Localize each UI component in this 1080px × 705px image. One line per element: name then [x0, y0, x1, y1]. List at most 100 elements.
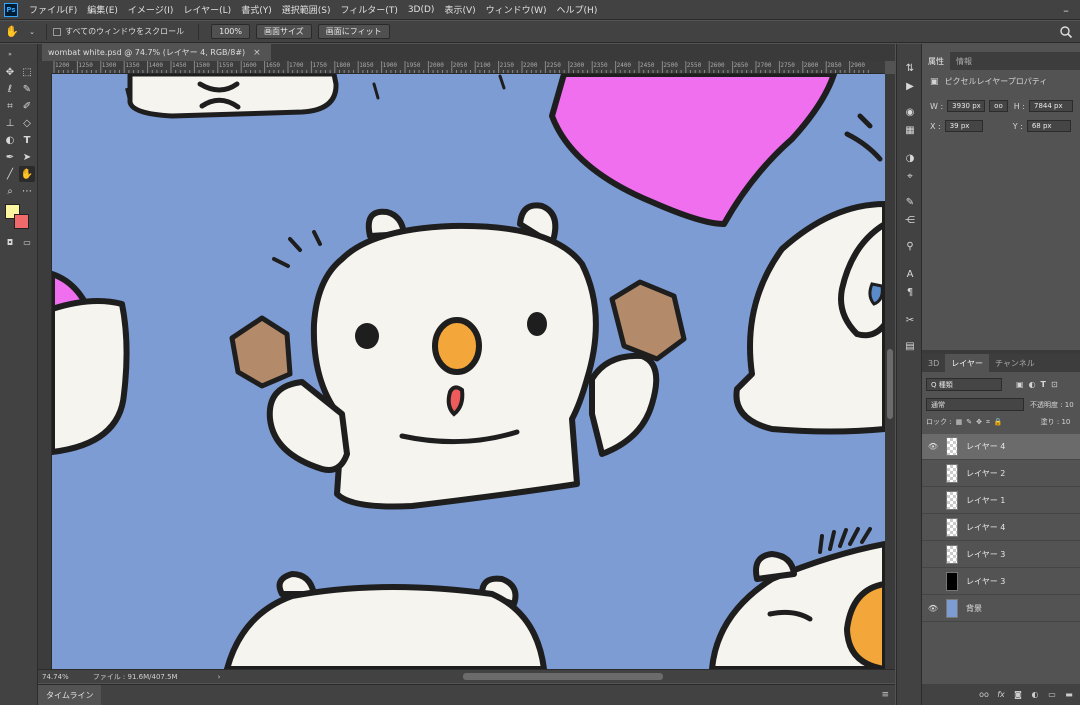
- hand-tool-icon[interactable]: ✋: [19, 166, 35, 182]
- document-tab[interactable]: wombat white.psd @ 74.7% (レイヤー 4, RGB/8#…: [42, 44, 271, 61]
- layer-row[interactable]: レイヤー 3: [922, 569, 1080, 595]
- filter-adjust-icon[interactable]: ◐: [1029, 380, 1036, 389]
- layer-row[interactable]: レイヤー 2: [922, 461, 1080, 487]
- visibility-eye-icon[interactable]: [926, 542, 940, 568]
- menu-help[interactable]: ヘルプ(H): [552, 3, 603, 16]
- zoom-tool-icon[interactable]: ⌕: [2, 183, 18, 199]
- fill-screen-button[interactable]: 画面にフィット: [317, 24, 390, 39]
- tool-presets-icon[interactable]: ✂: [902, 312, 918, 328]
- stamp-tool-icon[interactable]: ⊥: [2, 115, 18, 131]
- menu-layer[interactable]: レイヤー(L): [178, 3, 236, 16]
- visibility-eye-icon[interactable]: [926, 488, 940, 514]
- eraser-tool-icon[interactable]: ◇: [19, 115, 35, 131]
- close-icon[interactable]: ×: [253, 48, 261, 58]
- link-layers-icon[interactable]: oo: [977, 688, 991, 702]
- x-field[interactable]: 39 px: [944, 120, 983, 132]
- link-icon[interactable]: oo: [989, 100, 1008, 112]
- menu-edit[interactable]: 編集(E): [82, 3, 123, 16]
- filter-pixel-icon[interactable]: ▣: [1016, 380, 1024, 389]
- width-field[interactable]: 3930 px: [947, 100, 986, 112]
- menu-image[interactable]: イメージ(I): [123, 3, 179, 16]
- minimize-icon[interactable]: –: [1052, 0, 1080, 20]
- zoom-100-button[interactable]: 100%: [211, 24, 250, 39]
- menu-filter[interactable]: フィルター(T): [335, 3, 402, 16]
- lasso-tool-icon[interactable]: ℓ: [2, 81, 18, 97]
- group-icon[interactable]: ▭: [1045, 688, 1059, 702]
- zoom-level[interactable]: 74.74%: [42, 673, 69, 681]
- blur-tool-icon[interactable]: ◐: [2, 132, 18, 148]
- visibility-eye-icon[interactable]: 👁: [926, 596, 940, 622]
- fx-icon[interactable]: fx: [994, 688, 1008, 702]
- document-canvas[interactable]: [52, 74, 885, 669]
- opacity-label[interactable]: 不透明度 : 10: [1030, 400, 1074, 410]
- vertical-scrollbar[interactable]: [885, 74, 895, 669]
- visibility-eye-icon[interactable]: 👁: [926, 434, 940, 460]
- menu-file[interactable]: ファイル(F): [24, 3, 82, 16]
- layer-row[interactable]: レイヤー 3: [922, 542, 1080, 568]
- add-mask-icon[interactable]: ◙: [1011, 688, 1025, 702]
- brush-tool-icon[interactable]: ✐: [19, 98, 35, 114]
- folder-icon[interactable]: ▬: [1062, 688, 1076, 702]
- menu-type[interactable]: 書式(Y): [236, 3, 277, 16]
- horizontal-scroll-thumb[interactable]: [463, 673, 663, 680]
- height-field[interactable]: 7844 px: [1029, 100, 1073, 112]
- lock-artboard-icon[interactable]: ⌗: [986, 418, 990, 427]
- fill-label[interactable]: 塗り : 10: [1041, 417, 1071, 427]
- brush-settings-icon[interactable]: ⋲: [902, 212, 918, 228]
- lock-all-icon[interactable]: 🔒: [994, 418, 1003, 426]
- menu-select[interactable]: 選択範囲(S): [277, 3, 336, 16]
- crop-tool-icon[interactable]: ⌗: [2, 98, 18, 114]
- panel-menu-icon[interactable]: ≡: [881, 690, 889, 700]
- tab-info[interactable]: 情報: [950, 52, 978, 70]
- lock-brush-icon[interactable]: ✎: [966, 418, 972, 426]
- y-field[interactable]: 68 px: [1026, 120, 1071, 132]
- status-arrow-icon[interactable]: ›: [218, 673, 221, 681]
- tab-properties[interactable]: 属性: [922, 52, 950, 70]
- background-color-swatch[interactable]: [14, 214, 29, 229]
- libraries-icon[interactable]: ⌖: [902, 168, 918, 184]
- actions-icon[interactable]: ▶: [902, 78, 918, 94]
- tab-channels[interactable]: チャンネル: [989, 354, 1041, 372]
- visibility-eye-icon[interactable]: [926, 515, 940, 541]
- scroll-all-checkbox[interactable]: [53, 27, 61, 36]
- layer-kind-filter[interactable]: Q 種類: [926, 378, 1002, 391]
- brushes-icon[interactable]: ✎: [902, 194, 918, 210]
- filter-shape-icon[interactable]: ⊡: [1051, 380, 1058, 389]
- menu-3d[interactable]: 3D(D): [403, 5, 440, 15]
- menu-view[interactable]: 表示(V): [439, 3, 480, 16]
- clone-source-icon[interactable]: ⚲: [902, 238, 918, 254]
- blend-mode-select[interactable]: 通常: [926, 398, 1024, 411]
- screen-mode-icon[interactable]: ▭: [19, 234, 35, 250]
- line-tool-icon[interactable]: ╱: [2, 166, 18, 182]
- layer-row[interactable]: レイヤー 1: [922, 488, 1080, 514]
- lock-transparency-icon[interactable]: ▦: [956, 418, 963, 426]
- lock-move-icon[interactable]: ✥: [976, 418, 982, 426]
- quick-select-tool-icon[interactable]: ✎: [19, 81, 35, 97]
- hand-tool-icon[interactable]: ✋: [4, 24, 20, 40]
- tab-layers[interactable]: レイヤー: [945, 354, 990, 372]
- visibility-eye-icon[interactable]: [926, 461, 940, 487]
- collapse-icon[interactable]: »: [2, 46, 18, 62]
- quick-mask-icon[interactable]: ◘: [2, 234, 18, 250]
- fit-screen-button[interactable]: 画面サイズ: [256, 24, 312, 39]
- layer-row[interactable]: 👁 背景: [922, 596, 1080, 622]
- pen-tool-icon[interactable]: ✒: [2, 149, 18, 165]
- color-icon[interactable]: ◉: [902, 104, 918, 120]
- vertical-scroll-thumb[interactable]: [887, 349, 893, 419]
- layer-row[interactable]: レイヤー 4: [922, 515, 1080, 541]
- filter-type-icon[interactable]: T: [1041, 380, 1046, 389]
- type-tool-icon[interactable]: T: [19, 132, 35, 148]
- move-tool-icon[interactable]: ✥: [2, 64, 18, 80]
- visibility-eye-icon[interactable]: [926, 569, 940, 595]
- character-icon[interactable]: A: [902, 266, 918, 282]
- adjustment-layer-icon[interactable]: ◐: [1028, 688, 1042, 702]
- marquee-tool-icon[interactable]: ⬚: [19, 64, 35, 80]
- menu-window[interactable]: ウィンドウ(W): [481, 3, 552, 16]
- path-select-tool-icon[interactable]: ➤: [19, 149, 35, 165]
- more-tools-icon[interactable]: ⋯: [19, 183, 35, 199]
- search-icon[interactable]: [1058, 24, 1074, 40]
- history-icon[interactable]: ⇅: [902, 60, 918, 76]
- tab-3d[interactable]: 3D: [922, 354, 945, 372]
- paragraph-icon[interactable]: ¶: [902, 284, 918, 300]
- notes-icon[interactable]: ▤: [902, 338, 918, 354]
